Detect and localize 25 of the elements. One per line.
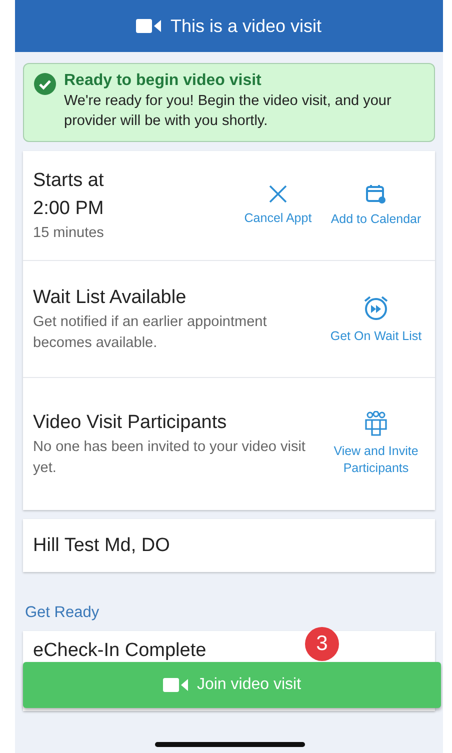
alarm-clock-icon (362, 294, 390, 322)
action-button[interactable]: Add to Calendar (327, 179, 425, 232)
action-button[interactable]: Get On Wait List (327, 290, 425, 348)
section-heading: Get Ready (25, 604, 100, 622)
section-description: Get notified if an earlier appointment becomes available. (33, 313, 268, 353)
group-icon (363, 411, 389, 437)
starts-label: Starts at (33, 169, 105, 193)
header-title: This is a video visit (170, 16, 322, 36)
section-title: Video Visit Participants (33, 411, 228, 435)
section-description: No one has been invited to your video visit yet. (33, 438, 306, 478)
action-button[interactable]: View and Invite Participants (327, 407, 425, 481)
appointment-duration: 15 minutes (33, 224, 105, 243)
video-camera-icon (136, 18, 162, 34)
action-button[interactable]: Cancel Appt (229, 180, 327, 231)
alert-title: Ready to begin video visit (64, 72, 262, 90)
appointment-time: 2:00 PM (33, 197, 105, 221)
provider-name: Hill Test Md, DO (33, 534, 170, 558)
video-camera-icon (162, 677, 189, 693)
checkin-title: eCheck-In Complete (33, 639, 206, 663)
alert-message: We're ready for you! Begin the video visit, and your provider will be with you shortly. (64, 92, 392, 131)
section-title: Wait List Available (33, 286, 188, 310)
join-video-button[interactable]: Join video visit (23, 662, 441, 708)
close-icon (268, 184, 288, 204)
calendar-icon (365, 183, 387, 205)
check-circle-icon (34, 73, 56, 95)
